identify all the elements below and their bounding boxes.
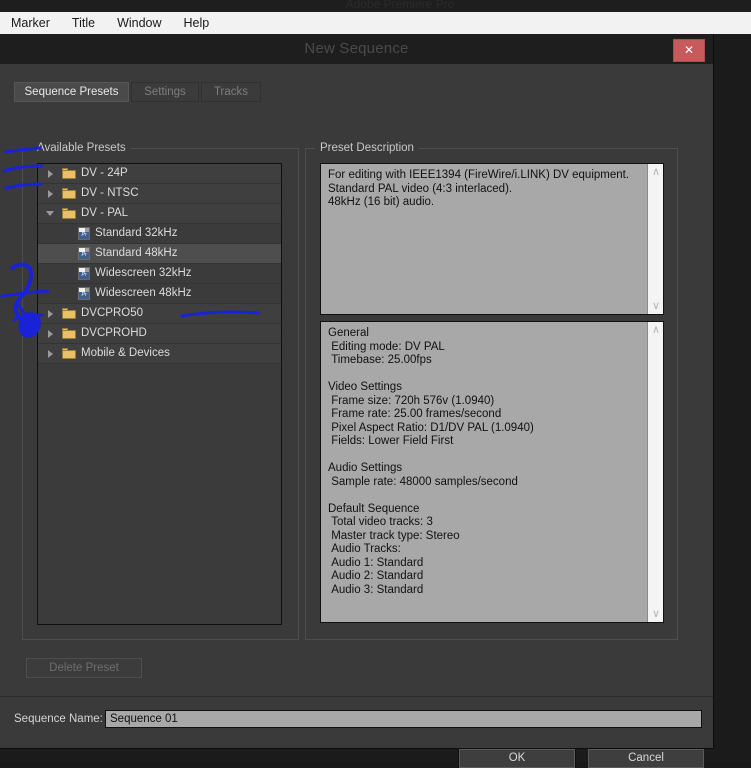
dialog-title-bar: New Sequence ✕ <box>0 34 713 64</box>
scroll-up-icon[interactable]: ∧ <box>651 325 661 336</box>
available-presets-label: Available Presets <box>32 142 131 154</box>
close-icon[interactable]: ✕ <box>673 39 705 62</box>
menu-item-help[interactable]: Help <box>173 12 221 34</box>
menu-item-title[interactable]: Title <box>61 12 106 34</box>
chevron-right-icon[interactable] <box>48 330 53 338</box>
tree-item-label: Widescreen 48kHz <box>95 287 192 299</box>
chevron-right-icon[interactable] <box>48 350 53 358</box>
tree-row[interactable]: Pr Widescreen 32kHz <box>38 264 281 284</box>
tree-item-label: DVCPROHD <box>81 327 147 339</box>
dialog-title: New Sequence <box>304 40 409 57</box>
sequence-name-input[interactable] <box>105 710 702 728</box>
tab-tracks[interactable]: Tracks <box>201 82 261 102</box>
tab-settings[interactable]: Settings <box>131 82 199 102</box>
chevron-right-icon[interactable] <box>48 310 53 318</box>
menu-item-marker[interactable]: Marker <box>0 12 61 34</box>
tree-item-label: Widescreen 32kHz <box>95 267 192 279</box>
tree-row[interactable]: DV - 24P <box>38 164 281 184</box>
preset-description-text: For editing with IEEE1394 (FireWire/i.LI… <box>328 169 630 208</box>
scrollbar-vertical[interactable]: ∧ ∨ <box>647 322 663 622</box>
chevron-down-icon[interactable] <box>46 211 54 216</box>
tree-row[interactable]: DV - PAL <box>38 204 281 224</box>
tree-item-label: DV - 24P <box>81 167 128 179</box>
folder-icon <box>62 308 76 319</box>
cancel-button[interactable]: Cancel <box>588 749 704 768</box>
tree-row[interactable]: Pr Standard 48kHz <box>38 244 281 264</box>
tab-sequence-presets[interactable]: Sequence Presets <box>14 82 129 102</box>
folder-icon <box>62 168 76 179</box>
tree-row[interactable]: DV - NTSC <box>38 184 281 204</box>
scroll-down-icon[interactable]: ∨ <box>651 301 661 312</box>
chevron-right-icon[interactable] <box>48 190 53 198</box>
menu-bar: Marker Title Window Help <box>0 12 751 35</box>
preset-description-group: Preset Description For editing with IEEE… <box>305 142 678 640</box>
tree-item-label: DV - PAL <box>81 207 129 219</box>
tree-row[interactable]: Mobile & Devices <box>38 344 281 364</box>
folder-icon <box>62 328 76 339</box>
available-presets-group: Available Presets DV - 24P DV - NTSC DV … <box>22 142 299 640</box>
application-title: Adobe Premiere Pro <box>345 0 455 11</box>
new-sequence-dialog: New Sequence ✕ Sequence Presets Settings… <box>0 34 714 768</box>
premiere-preset-icon: Pr <box>78 227 90 240</box>
tree-item-label: Standard 32kHz <box>95 227 178 239</box>
premiere-preset-icon: Pr <box>78 267 90 280</box>
folder-icon <box>62 188 76 199</box>
tree-item-label: Mobile & Devices <box>81 347 170 359</box>
premiere-preset-icon: Pr <box>78 287 90 300</box>
preset-settings-text: General Editing mode: DV PAL Timebase: 2… <box>328 327 534 596</box>
scroll-up-icon[interactable]: ∧ <box>651 167 661 178</box>
scrollbar-vertical[interactable]: ∧ ∨ <box>647 164 663 314</box>
tree-item-label: DVCPRO50 <box>81 307 143 319</box>
menu-item-window[interactable]: Window <box>106 12 172 34</box>
scroll-down-icon[interactable]: ∨ <box>651 609 661 620</box>
tree-item-label: Standard 48kHz <box>95 247 178 259</box>
tree-row[interactable]: Pr Standard 32kHz <box>38 224 281 244</box>
tree-row[interactable]: DVCPRO50 <box>38 304 281 324</box>
preset-description-panel: For editing with IEEE1394 (FireWire/i.LI… <box>320 163 664 315</box>
premiere-preset-icon: Pr <box>78 247 90 260</box>
preset-settings-panel: General Editing mode: DV PAL Timebase: 2… <box>320 321 664 623</box>
delete-preset-button[interactable]: Delete Preset <box>26 658 142 678</box>
chevron-right-icon[interactable] <box>48 170 53 178</box>
preset-tree[interactable]: DV - 24P DV - NTSC DV - PAL Pr Standard … <box>37 163 282 625</box>
tree-row[interactable]: DVCPROHD <box>38 324 281 344</box>
preset-description-label: Preset Description <box>315 142 419 154</box>
application-title-bar: Adobe Premiere Pro <box>0 0 751 12</box>
tree-row[interactable]: Pr Widescreen 48kHz <box>38 284 281 304</box>
tab-strip: Sequence Presets Settings Tracks <box>14 82 694 102</box>
folder-icon <box>62 348 76 359</box>
ok-button[interactable]: OK <box>458 748 576 768</box>
divider <box>0 696 713 697</box>
sequence-name-label: Sequence Name: <box>14 713 103 725</box>
tree-item-label: DV - NTSC <box>81 187 139 199</box>
folder-icon <box>62 208 76 219</box>
